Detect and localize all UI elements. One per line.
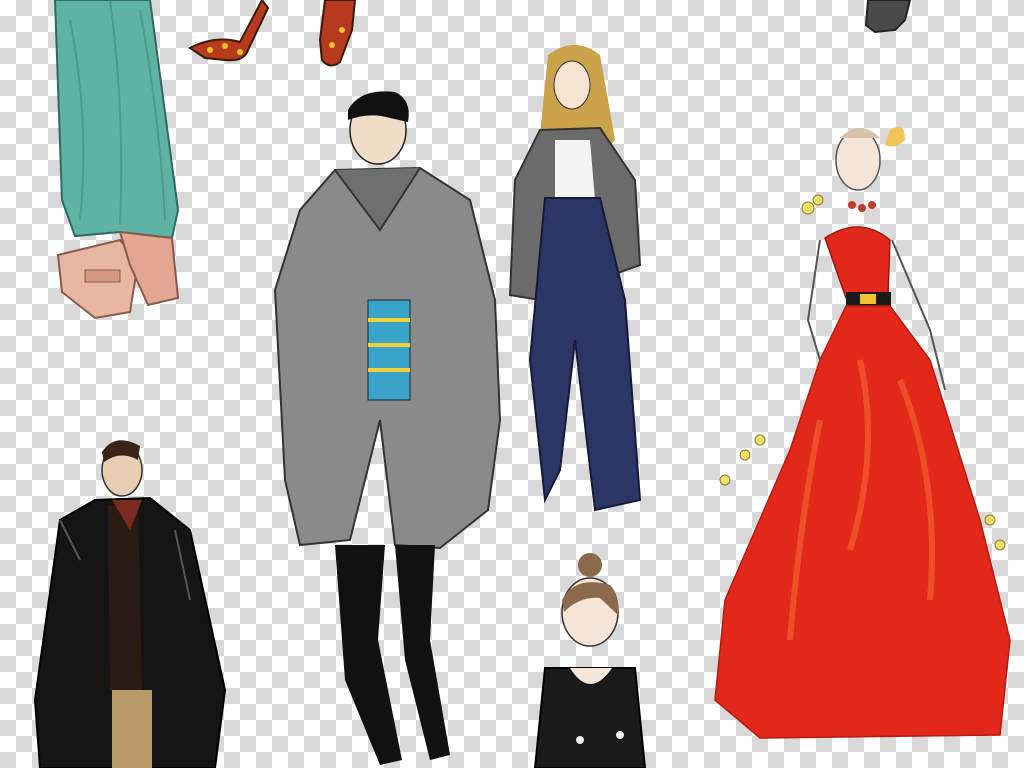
collage-svg — [33, 0, 1011, 768]
blonde-woman-wide-jeans — [508, 45, 642, 512]
grey-coat-man — [273, 91, 502, 765]
leopard-heels — [188, 0, 357, 67]
teal-skirt-sandals — [53, 0, 180, 320]
black-leather-coat-man — [33, 440, 227, 768]
fashion-illustration-collage — [0, 0, 1024, 768]
red-gown-woman — [714, 126, 1011, 739]
bun-hair-girl-black-top — [533, 553, 647, 768]
grey-boot-fragment — [864, 0, 912, 34]
